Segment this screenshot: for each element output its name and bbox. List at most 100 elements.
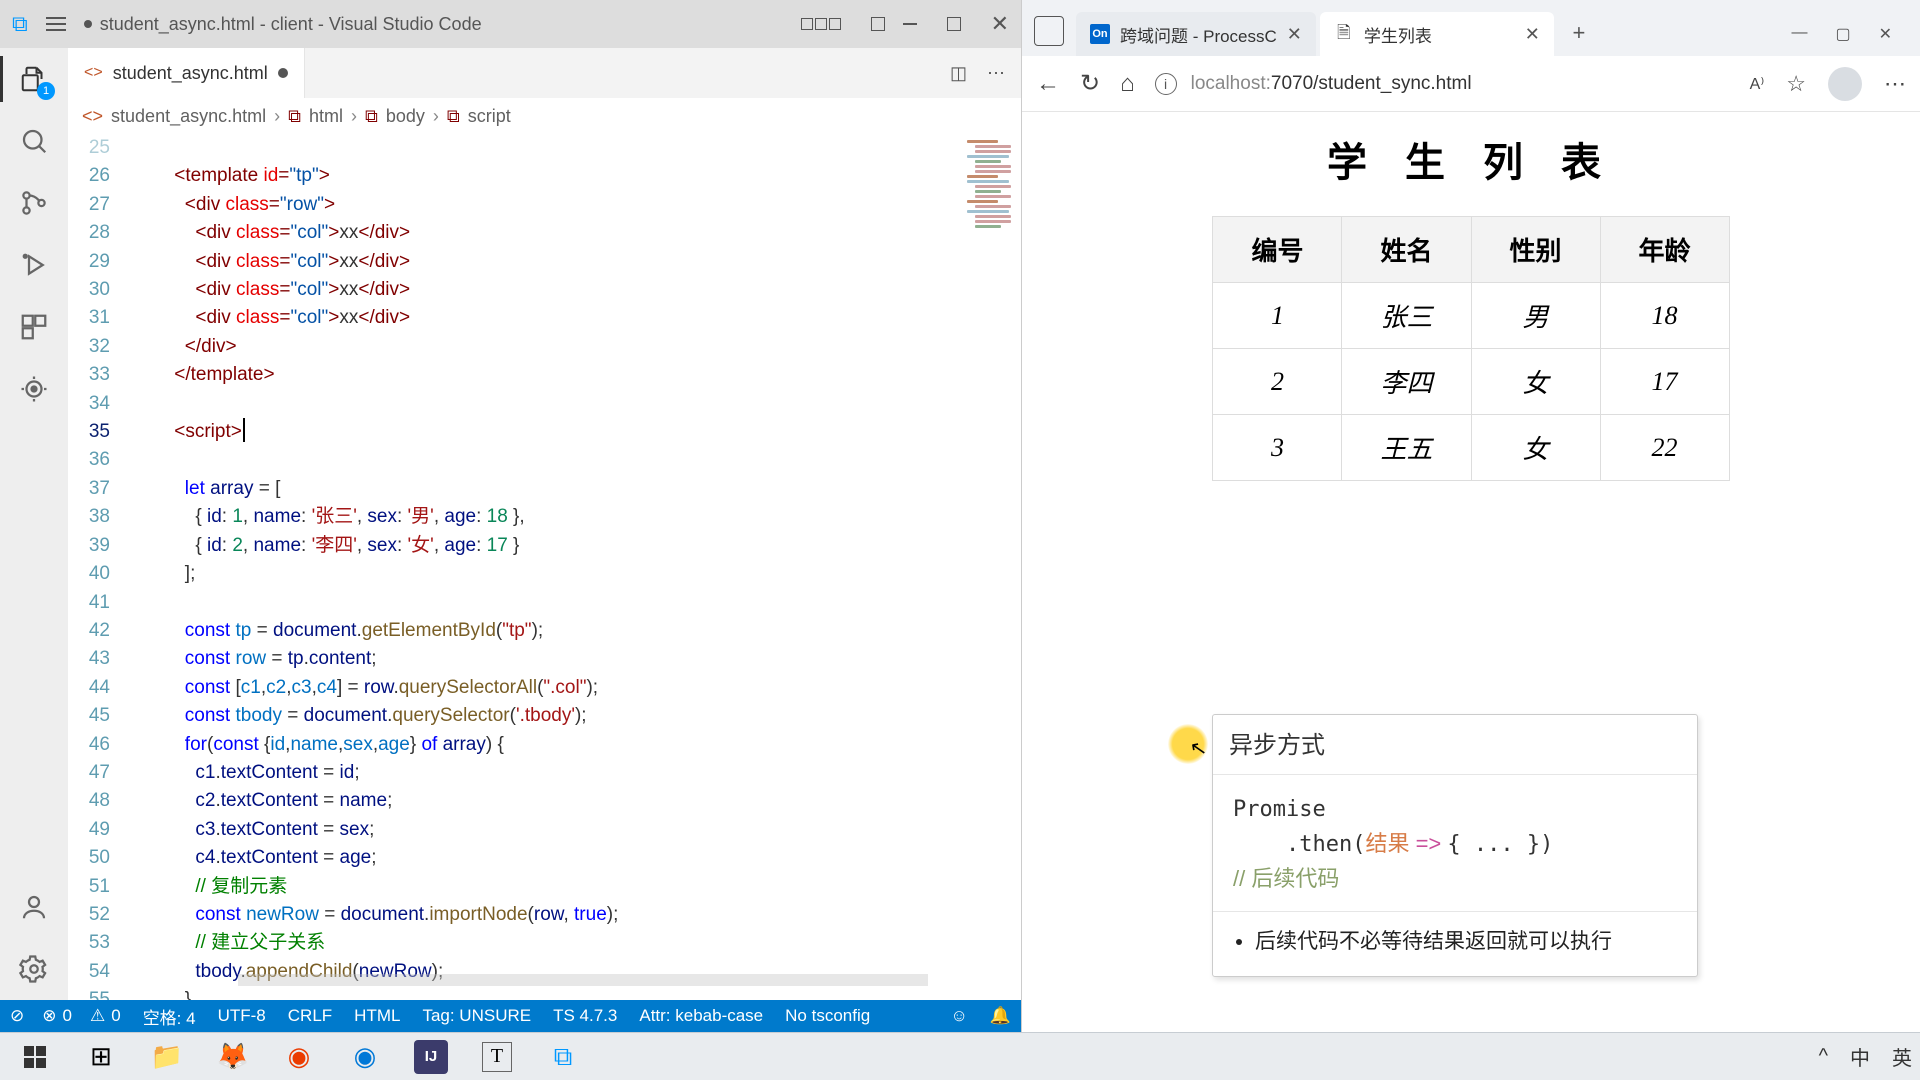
- html-file-icon: <>: [82, 106, 103, 127]
- language-mode[interactable]: HTML: [354, 1006, 400, 1026]
- source-control-icon[interactable]: [17, 186, 51, 220]
- feedback-icon[interactable]: ☺: [950, 1006, 967, 1026]
- tab-actions-icon[interactable]: [1034, 16, 1064, 46]
- close-button[interactable]: ✕: [991, 17, 1009, 31]
- table-row: 2李四女17: [1213, 349, 1729, 415]
- read-aloud-icon[interactable]: A⁾: [1750, 74, 1765, 94]
- modified-dot-icon: [278, 68, 288, 78]
- vscode-window: ⧉ student_async.html - client - Visual S…: [0, 0, 1022, 1032]
- explorer-icon[interactable]: 1: [17, 62, 51, 96]
- ime-lang-indicator[interactable]: 英: [1892, 1042, 1912, 1071]
- extensions-icon[interactable]: [17, 310, 51, 344]
- title-layout-controls: [801, 17, 885, 31]
- page-heading: 学 生 列 表: [1022, 130, 1920, 188]
- close-button[interactable]: ✕: [1879, 24, 1892, 44]
- window-title: student_async.html - client - Visual Stu…: [84, 14, 783, 35]
- vscode-titlebar: ⧉ student_async.html - client - Visual S…: [0, 0, 1021, 48]
- errors-indicator[interactable]: ⊗ 0: [42, 1006, 72, 1026]
- table-header: 性别: [1471, 217, 1600, 283]
- text-editor-icon[interactable]: T: [470, 1037, 524, 1077]
- firefox-icon[interactable]: 🦊: [206, 1037, 260, 1077]
- table-row: 3王五女22: [1213, 415, 1729, 481]
- browser-tab-strip: On 跨域问题 - ProcessC ✕ 🗎 学生列表 ✕ + — ▢ ✕: [1022, 0, 1920, 56]
- layout-right-icon[interactable]: [829, 18, 841, 30]
- browser-tab[interactable]: On 跨域问题 - ProcessC ✕: [1076, 12, 1316, 56]
- vscode-logo-icon: ⧉: [12, 11, 28, 37]
- horizontal-scrollbar[interactable]: [238, 974, 928, 986]
- popup-title: 异步方式: [1213, 715, 1697, 775]
- minimize-button[interactable]: [903, 23, 917, 25]
- tsconfig-indicator[interactable]: No tsconfig: [785, 1006, 870, 1026]
- html-file-icon: <>: [84, 64, 103, 82]
- file-tab[interactable]: <> student_async.html: [68, 48, 305, 98]
- table-header: 年龄: [1600, 217, 1729, 283]
- address-bar[interactable]: i localhost:7070/student_sync.html: [1155, 73, 1730, 95]
- popup-body: 后续代码不必等待结果返回就可以执行: [1213, 912, 1697, 976]
- run-debug-icon[interactable]: [17, 248, 51, 282]
- table-header: 编号: [1213, 217, 1342, 283]
- indent-indicator[interactable]: 空格: 4: [143, 1004, 196, 1029]
- maximize-button[interactable]: ▢: [1835, 24, 1850, 44]
- layout-bottom-icon[interactable]: [815, 18, 827, 30]
- browser-window: On 跨域问题 - ProcessC ✕ 🗎 学生列表 ✕ + — ▢ ✕ ← …: [1022, 0, 1920, 1032]
- site-info-icon[interactable]: i: [1155, 73, 1177, 95]
- settings-gear-icon[interactable]: [17, 952, 51, 986]
- tag-indicator[interactable]: Tag: UNSURE: [422, 1006, 531, 1026]
- home-button[interactable]: ⌂: [1120, 70, 1135, 98]
- back-button[interactable]: ←: [1036, 70, 1060, 98]
- warnings-indicator[interactable]: ⚠ 0: [90, 1006, 121, 1026]
- new-tab-button[interactable]: +: [1562, 16, 1596, 50]
- code-editor[interactable]: 2526272829303132333435363738394041424344…: [68, 134, 1021, 1000]
- students-table: 编号姓名性别年龄 1张三男182李四女173王五女22: [1212, 216, 1729, 481]
- editor-tab-bar: <> student_async.html ◫ ⋯: [68, 48, 1021, 98]
- activity-bar: 1: [0, 48, 68, 1000]
- eol-indicator[interactable]: CRLF: [288, 1006, 332, 1026]
- customize-layout-icon[interactable]: [871, 17, 885, 31]
- line-gutter: 2526272829303132333435363738394041424344…: [68, 134, 114, 1000]
- layout-left-icon[interactable]: [801, 18, 813, 30]
- taskbar: ⊞ 📁 🦊 ◉ ◉ IJ T ⧉ ^ 中 英: [0, 1032, 1920, 1080]
- popup-code-block: Promise .then(结果 => { ... }) // 后续代码: [1213, 775, 1697, 912]
- intellij-icon[interactable]: IJ: [404, 1037, 458, 1077]
- edge-icon[interactable]: ◉: [338, 1037, 392, 1077]
- close-tab-button[interactable]: ✕: [1287, 24, 1302, 45]
- favicon-icon: On: [1090, 24, 1110, 44]
- remote-icon[interactable]: [17, 372, 51, 406]
- ime-indicator[interactable]: 中: [1850, 1042, 1870, 1071]
- minimize-button[interactable]: —: [1791, 24, 1807, 44]
- modified-dot-icon: [84, 20, 92, 28]
- split-editor-icon[interactable]: ◫: [950, 63, 967, 84]
- refresh-button[interactable]: ↻: [1080, 69, 1100, 98]
- more-actions-icon[interactable]: ⋯: [987, 63, 1005, 84]
- bell-icon[interactable]: 🔔: [990, 1006, 1011, 1026]
- vscode-taskbar-icon[interactable]: ⧉: [536, 1037, 590, 1077]
- close-tab-button[interactable]: ✕: [1525, 24, 1540, 45]
- maximize-button[interactable]: [947, 17, 961, 31]
- profile-avatar[interactable]: [1828, 67, 1862, 101]
- explorer-badge: 1: [37, 82, 55, 100]
- browser-tab[interactable]: 🗎 学生列表 ✕: [1320, 12, 1554, 56]
- favorite-star-icon[interactable]: ☆: [1786, 71, 1806, 97]
- account-icon[interactable]: [17, 890, 51, 924]
- breadcrumb[interactable]: <> student_async.html› ⧉html› ⧉body› ⧉sc…: [68, 98, 1021, 134]
- info-popup: 异步方式 Promise .then(结果 => { ... }) // 后续代…: [1212, 714, 1698, 977]
- office-icon[interactable]: ◉: [272, 1037, 326, 1077]
- ts-version[interactable]: TS 4.7.3: [553, 1006, 617, 1026]
- hamburger-menu-icon[interactable]: [46, 17, 66, 31]
- start-button[interactable]: [8, 1037, 62, 1077]
- task-view-icon[interactable]: ⊞: [74, 1037, 128, 1077]
- attr-case[interactable]: Attr: kebab-case: [639, 1006, 763, 1026]
- settings-menu-icon[interactable]: ⋯: [1884, 71, 1906, 97]
- remote-indicator[interactable]: ⊘: [10, 1006, 24, 1026]
- tray-chevron-icon[interactable]: ^: [1819, 1045, 1828, 1068]
- search-icon[interactable]: [17, 124, 51, 158]
- table-row: 1张三男18: [1213, 283, 1729, 349]
- popup-bullet: 后续代码不必等待结果返回就可以执行: [1255, 926, 1677, 958]
- file-explorer-icon[interactable]: 📁: [140, 1037, 194, 1077]
- encoding-indicator[interactable]: UTF-8: [218, 1006, 266, 1026]
- code-content[interactable]: <template id="tp"> <div class="row"> <di…: [114, 134, 618, 1000]
- page-content: 学 生 列 表 编号姓名性别年龄 1张三男182李四女173王五女22 ↖ 异步…: [1022, 112, 1920, 1032]
- editor-area: <> student_async.html ◫ ⋯ <> student_asy…: [68, 48, 1021, 1000]
- favicon-icon: 🗎: [1334, 24, 1354, 44]
- minimap[interactable]: [967, 140, 1019, 340]
